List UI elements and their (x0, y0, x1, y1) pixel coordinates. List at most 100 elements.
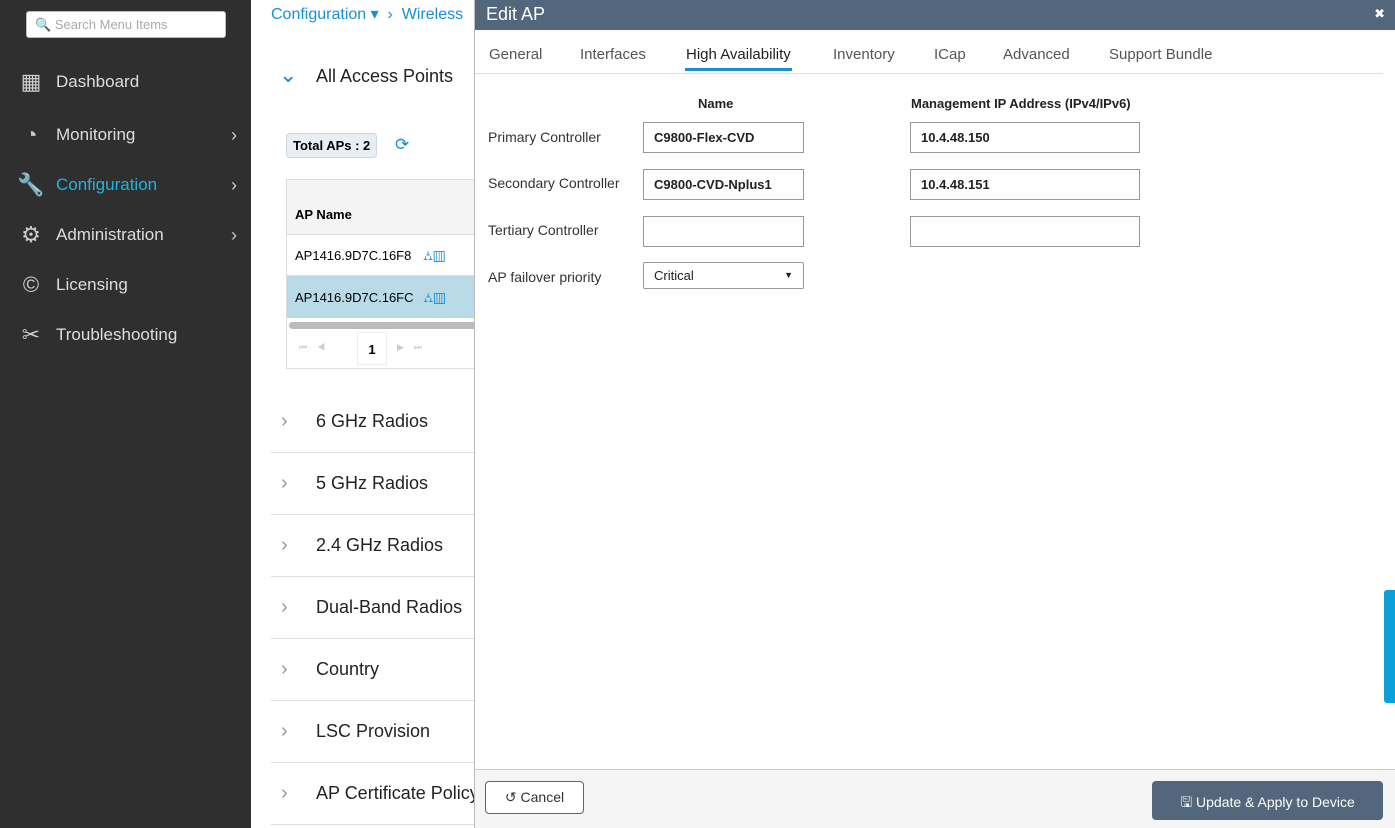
cancel-label: Cancel (520, 789, 565, 805)
section-label: LSC Provision (316, 721, 431, 741)
section-lsc[interactable]: › LSC Provision (271, 701, 481, 763)
pagination-first-prev-icons[interactable]: ⏮ ◀ (299, 342, 325, 353)
section-label: Country (316, 659, 380, 679)
secondary-controller-label: Secondary Controller (488, 175, 620, 191)
section-label: 5 GHz Radios (316, 473, 429, 493)
side-scroll-tab[interactable] (1384, 590, 1395, 703)
cancel-button[interactable]: ↺ Cancel (485, 781, 584, 814)
secondary-name-input[interactable]: C9800-CVD-Nplus1 (643, 169, 804, 200)
tab-interfaces[interactable]: Interfaces (580, 46, 646, 63)
sidebar-item-configuration[interactable]: 🔧 Configuration › (0, 165, 251, 205)
section-label: 2.4 GHz Radios (316, 535, 444, 555)
chevron-right-icon: › (231, 224, 237, 245)
section-title: All Access Points (316, 66, 454, 86)
sidebar-item-dashboard[interactable]: ▦ Dashboard (0, 62, 251, 102)
section-6ghz[interactable]: › 6 GHz Radios (271, 391, 481, 453)
primary-ip-input[interactable]: 10.4.48.150 (910, 122, 1140, 153)
sidebar-item-licensing[interactable]: © Licensing (0, 265, 251, 305)
refresh-icon[interactable]: ⟳ (395, 135, 409, 155)
section-label: Dual-Band Radios (316, 597, 463, 617)
save-icon: 🖫 (1180, 794, 1193, 810)
table-row[interactable]: AP1416.9D7C.16F8 ⛼▥ (287, 235, 480, 276)
dashboard-icon: ▦ (20, 69, 42, 94)
primary-controller-label: Primary Controller (488, 129, 601, 145)
modal-header: Edit AP ✖ (475, 0, 1395, 30)
chevron-right-icon: › (281, 596, 288, 618)
search-input[interactable]: 🔍 Search Menu Items (26, 11, 226, 38)
search-placeholder: Search Menu Items (54, 17, 168, 32)
tab-high-availability[interactable]: High Availability (685, 46, 792, 71)
section-dual-band[interactable]: › Dual-Band Radios (271, 577, 481, 639)
caret-down-icon: ▼ (784, 270, 793, 280)
tertiary-ip-input[interactable] (910, 216, 1140, 247)
nav-label: Troubleshooting (56, 325, 178, 344)
sidebar-item-administration[interactable]: ⚙ Administration › (0, 215, 251, 255)
gear-icon: ⚙ (21, 222, 41, 247)
tertiary-name-input[interactable] (643, 216, 804, 247)
nav-label: Licensing (56, 275, 128, 294)
undo-icon: ↺ (504, 789, 517, 805)
modal-title: Edit AP (486, 4, 546, 24)
close-icon[interactable]: ✖ (1374, 6, 1385, 22)
horizontal-scrollbar[interactable] (289, 322, 478, 329)
priority-value: Critical (654, 268, 694, 283)
tab-inventory[interactable]: Inventory (833, 46, 895, 63)
update-apply-button[interactable]: 🖫 Update & Apply to Device (1152, 781, 1383, 820)
tools-icon: ✂ (21, 322, 41, 347)
section-label: 6 GHz Radios (316, 411, 429, 431)
failover-priority-select[interactable]: Critical ▼ (643, 262, 804, 289)
ap-name[interactable]: AP1416.9D7C.16FC (295, 290, 414, 305)
gauge-icon: ◔ (24, 122, 38, 147)
ap-table: AP Name AP1416.9D7C.16F8 ⛼▥ AP1416.9D7C.… (286, 179, 481, 369)
tab-icap[interactable]: ICap (934, 46, 966, 63)
apply-label: Update & Apply to Device (1196, 794, 1355, 810)
section-5ghz[interactable]: › 5 GHz Radios (271, 453, 481, 515)
tab-bar: General Interfaces High Availability Inv… (475, 30, 1383, 74)
failover-priority-label: AP failover priority (488, 269, 602, 285)
name-column-header: Name (698, 96, 734, 111)
chevron-down-icon[interactable]: ⌄ (279, 62, 297, 88)
chevron-right-icon: › (281, 410, 288, 432)
topology-icon[interactable]: ⛼▥ (423, 248, 445, 263)
wrench-icon: 🔧 (17, 172, 45, 197)
section-country[interactable]: › Country (271, 639, 481, 701)
nav-label: Configuration (56, 175, 158, 194)
column-header[interactable]: AP Name (287, 180, 480, 235)
page-number[interactable]: 1 (357, 332, 387, 365)
sidebar: 🔍 Search Menu Items ▦ Dashboard ◔ Monitori… (0, 0, 251, 828)
edit-ap-modal: Edit AP ✖ General Interfaces High Availab… (474, 0, 1395, 828)
tab-advanced[interactable]: Advanced (1003, 46, 1070, 63)
chevron-right-icon: › (231, 174, 237, 195)
sidebar-item-troubleshooting[interactable]: ✂ Troubleshooting (0, 315, 251, 355)
modal-footer: ↺ Cancel 🖫 Update & Apply to Device (475, 769, 1395, 828)
tab-general[interactable]: General (489, 46, 542, 63)
ap-name[interactable]: AP1416.9D7C.16F8 (295, 248, 411, 263)
tertiary-controller-label: Tertiary Controller (488, 222, 599, 238)
primary-name-input[interactable]: C9800-Flex-CVD (643, 122, 804, 153)
table-row[interactable]: AP1416.9D7C.16FC ⛼▥ (287, 276, 480, 318)
section-label: AP Certificate Policy (316, 783, 479, 803)
chevron-right-icon: › (281, 472, 288, 494)
ip-column-header: Management IP Address (IPv4/IPv6) (911, 96, 1131, 111)
main-content: Configuration ▾ › Wireless ⌄ All Access … (251, 0, 481, 828)
chevron-right-icon: › (231, 124, 237, 145)
chevron-right-icon: › (281, 658, 288, 680)
total-aps-badge: Total APs : 2 (286, 133, 378, 158)
section-24ghz[interactable]: › 2.4 GHz Radios (271, 515, 481, 577)
pagination-next-last-icons[interactable]: ▶ ⏭ (397, 342, 422, 353)
section-ap-cert[interactable]: › AP Certificate Policy (271, 763, 481, 825)
tab-support-bundle[interactable]: Support Bundle (1109, 46, 1212, 63)
copyright-icon: © (22, 272, 40, 297)
breadcrumb-configuration[interactable]: Configuration (271, 6, 366, 23)
nav-label: Monitoring (56, 125, 136, 144)
sidebar-item-monitoring[interactable]: ◔ Monitoring › (0, 115, 251, 155)
nav-label: Administration (56, 225, 164, 244)
chevron-right-icon: › (281, 720, 288, 742)
chevron-right-icon: › (281, 534, 288, 556)
breadcrumb-wireless[interactable]: Wireless (402, 6, 463, 23)
breadcrumb: Configuration ▾ › Wireless (271, 6, 464, 23)
nav-label: Dashboard (56, 72, 140, 91)
secondary-ip-input[interactable]: 10.4.48.151 (910, 169, 1140, 200)
topology-icon[interactable]: ⛼▥ (423, 290, 445, 305)
chevron-right-icon: › (281, 782, 288, 804)
